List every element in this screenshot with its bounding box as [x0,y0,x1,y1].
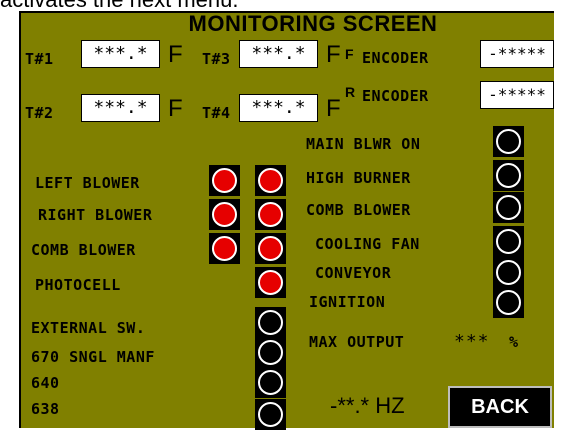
external-sw-label: EXTERNAL SW. [31,319,146,337]
front-encoder-prefix: F [345,46,354,62]
t4-value: ***.* [239,94,318,122]
comb-blower-lamp-1 [209,233,240,264]
rear-encoder-value: -***** [480,81,554,109]
left-blower-lamp-2 [255,165,286,196]
left-blower-lamp-1 [209,165,240,196]
right-blower-label: RIGHT BLOWER [38,206,153,224]
ignition-label: IGNITION [309,293,386,311]
photocell-lamp [255,267,286,298]
t3-unit: F [326,41,341,68]
rear-encoder-label: ENCODER [362,87,429,105]
input-638-label: 638 [31,400,60,418]
main-blwr-on-lamp [493,126,524,157]
t2-value: ***.* [81,94,160,122]
t2-unit: F [168,95,183,122]
high-burner-lamp [493,160,524,191]
comb-blower-right-label: COMB BLOWER [306,201,411,219]
front-encoder-value: -***** [480,40,554,68]
high-burner-label: HIGH BURNER [306,169,411,187]
caption-text: activates the next menu. [0,0,578,11]
t1-value: ***.* [81,40,160,68]
t2-label: T#2 [25,104,54,122]
cooling-fan-lamp [493,226,524,257]
right-blower-lamp-2 [255,199,286,230]
t1-label: T#1 [25,50,54,68]
conveyor-lamp [493,257,524,288]
t3-label: T#3 [202,50,231,68]
t1-unit: F [168,41,183,68]
sngl-manf-lamp [255,337,286,368]
photocell-label: PHOTOCELL [35,276,121,294]
frequency-readout: -**.* HZ [330,393,405,419]
t4-unit: F [326,95,341,122]
cooling-fan-label: COOLING FAN [315,235,420,253]
input-640-label: 640 [31,374,60,392]
ignition-lamp [493,287,524,318]
right-blower-lamp-1 [209,199,240,230]
comb-blower-lamp-2 [255,233,286,264]
conveyor-label: CONVEYOR [315,264,392,282]
sngl-manf-label: 670 SNGL MANF [31,348,155,366]
frequency-value: -**.* [330,393,370,418]
t3-value: ***.* [239,40,318,68]
back-button[interactable]: BACK [448,386,552,428]
input-638-lamp [255,399,286,430]
frequency-unit: HZ [375,393,405,418]
comb-blower-left-label: COMB BLOWER [31,241,136,259]
front-encoder-label: ENCODER [362,49,429,67]
max-output-unit: % [509,333,519,351]
main-blwr-on-label: MAIN BLWR ON [306,135,421,153]
max-output-label: MAX OUTPUT [309,333,405,351]
comb-blower-right-lamp [493,192,524,223]
input-640-lamp [255,367,286,398]
max-output-value: *** [454,331,490,352]
t4-label: T#4 [202,104,231,122]
rear-encoder-prefix: R [345,84,356,100]
screen-title: MONITORING SCREEN [188,11,438,36]
left-blower-label: LEFT BLOWER [35,174,140,192]
external-sw-lamp [255,307,286,338]
